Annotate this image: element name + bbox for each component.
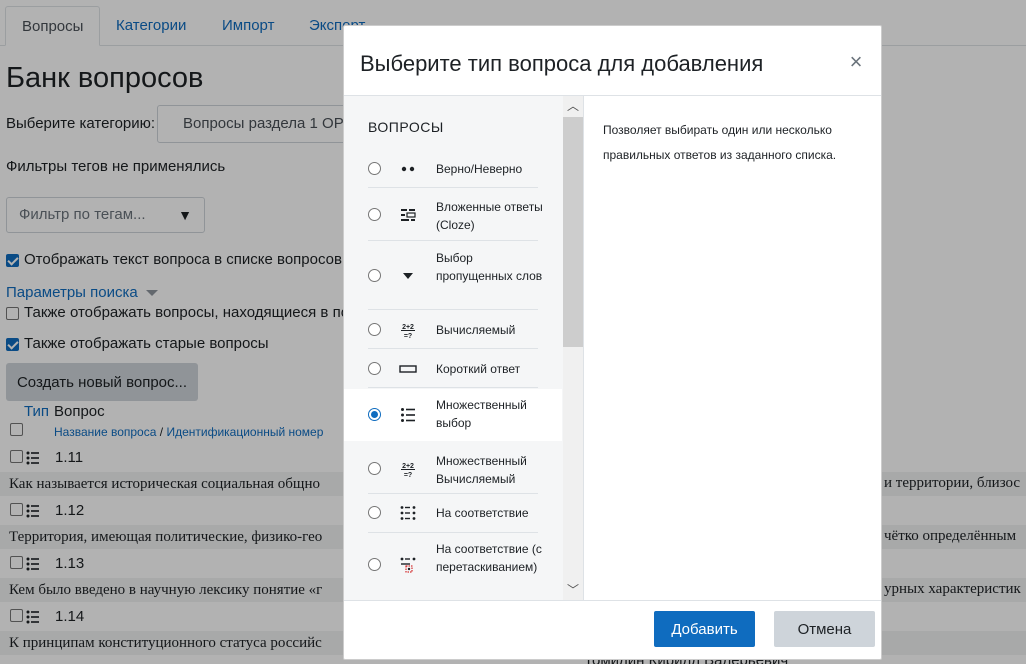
- option-label: Выбор пропущенных слов: [436, 251, 543, 283]
- calculated-icon: 2+2 =?: [401, 324, 415, 339]
- svg-text:2+2: 2+2: [402, 463, 414, 470]
- match-icon: [400, 506, 416, 520]
- option-label: Множественный выбор: [436, 398, 527, 430]
- option-label: Верно/Неверно: [436, 162, 523, 176]
- option-label: Вычисляемый: [436, 323, 516, 337]
- option-divider: [368, 309, 538, 310]
- option-divider: [368, 387, 538, 388]
- option-label: На соответствие (с перетаскиванием): [436, 542, 542, 574]
- option-divider: [368, 348, 538, 349]
- option-radio[interactable]: [368, 162, 381, 175]
- option-cloze[interactable]: Вложенные ответы (Cloze): [344, 189, 562, 241]
- cancel-button[interactable]: Отмена: [774, 611, 875, 647]
- option-radio[interactable]: [368, 462, 381, 475]
- dialog-title: Выберите тип вопроса для добавления: [360, 51, 764, 76]
- section-title: ВОПРОСЫ: [368, 119, 444, 135]
- calculated-multi-icon: 2+2 =?: [401, 463, 415, 478]
- true-false-icon: [401, 166, 415, 172]
- option-radio[interactable]: [368, 269, 381, 282]
- option-radio[interactable]: [368, 208, 381, 221]
- option-true-false[interactable]: Верно/Неверно: [344, 150, 562, 188]
- scroll-up-icon[interactable]: ︿: [563, 96, 583, 116]
- option-gapselect[interactable]: Выбор пропущенных слов: [344, 242, 562, 310]
- scroll-down-icon[interactable]: ﹀: [563, 580, 583, 600]
- list-scrollbar[interactable]: ︿ ﹀: [563, 96, 583, 600]
- option-radio[interactable]: [368, 558, 381, 571]
- option-short-answer[interactable]: Короткий ответ: [344, 350, 562, 388]
- option-radio[interactable]: [368, 408, 381, 421]
- question-type-description: Позволяет выбирать один или несколько пр…: [603, 123, 837, 162]
- option-match[interactable]: На соответствие: [344, 495, 562, 533]
- short-answer-icon: [399, 365, 417, 373]
- option-label: Множественный Вычисляемый: [436, 454, 527, 486]
- close-icon[interactable]: ×: [847, 51, 865, 73]
- svg-text:=?: =?: [404, 333, 412, 339]
- ddmatch-icon: [400, 557, 416, 573]
- option-calculated[interactable]: 2+2 =? Вычисляемый: [344, 311, 562, 349]
- footer-divider: [344, 600, 881, 601]
- multichoice-icon: [401, 408, 415, 422]
- option-divider: [368, 240, 538, 241]
- option-divider: [368, 493, 538, 494]
- option-calculated-multichoice[interactable]: 2+2 =? Множественный Вычисляемый: [344, 442, 562, 494]
- question-type-list: ВОПРОСЫ Верно/Неверно Вложенные ответы (…: [344, 96, 584, 600]
- svg-text:=?: =?: [404, 472, 412, 478]
- scroll-thumb[interactable]: [563, 117, 583, 347]
- option-label: Короткий ответ: [436, 362, 521, 376]
- option-divider: [368, 187, 538, 188]
- option-radio[interactable]: [368, 362, 381, 375]
- svg-text:2+2: 2+2: [402, 324, 414, 331]
- option-label: Вложенные ответы (Cloze): [436, 200, 543, 232]
- gapselect-icon: [403, 273, 413, 279]
- choose-question-type-dialog: Выберите тип вопроса для добавления × ВО…: [343, 25, 882, 660]
- option-divider: [368, 532, 538, 533]
- add-button[interactable]: Добавить: [654, 611, 755, 647]
- option-multichoice[interactable]: Множественный выбор: [344, 389, 562, 441]
- option-radio[interactable]: [368, 323, 381, 336]
- cloze-icon: [401, 209, 416, 221]
- option-label: На соответствие: [436, 506, 529, 520]
- option-radio[interactable]: [368, 506, 381, 519]
- option-ddmatch[interactable]: На соответствие (с перетаскиванием): [344, 534, 562, 600]
